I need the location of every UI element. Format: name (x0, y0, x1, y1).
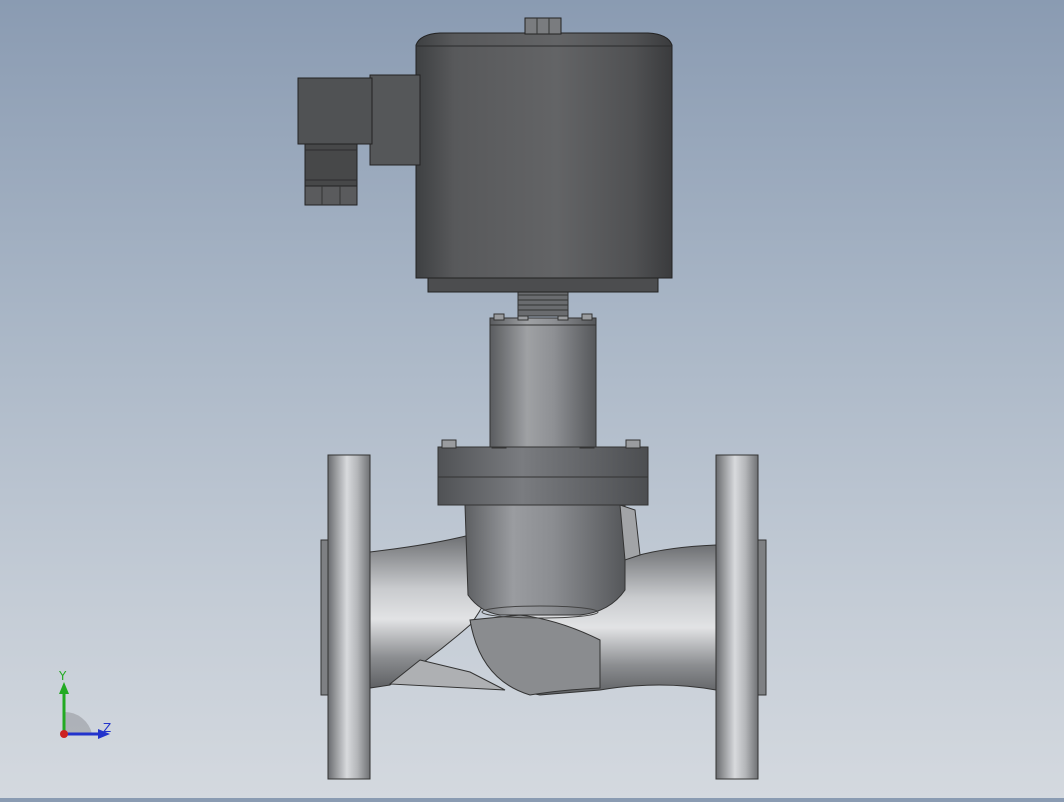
triad-axes-icon: Y Z (58, 669, 111, 739)
valve-body-bowl[interactable] (464, 504, 641, 619)
electrical-connector[interactable] (297, 74, 421, 206)
bonnet-flange[interactable] (437, 439, 649, 506)
orientation-triad: Y Z (40, 669, 130, 750)
z-axis-label: Z (103, 721, 111, 735)
x-axis-dot (60, 730, 68, 738)
guide-tube[interactable] (489, 313, 597, 448)
valve-model[interactable] (0, 0, 1064, 798)
left-flange[interactable] (320, 454, 371, 780)
y-axis-label: Y (58, 670, 67, 683)
solenoid-coil[interactable] (415, 17, 673, 293)
threaded-stem[interactable] (517, 289, 569, 317)
3d-viewport[interactable] (0, 0, 1064, 798)
right-flange[interactable] (715, 454, 767, 780)
